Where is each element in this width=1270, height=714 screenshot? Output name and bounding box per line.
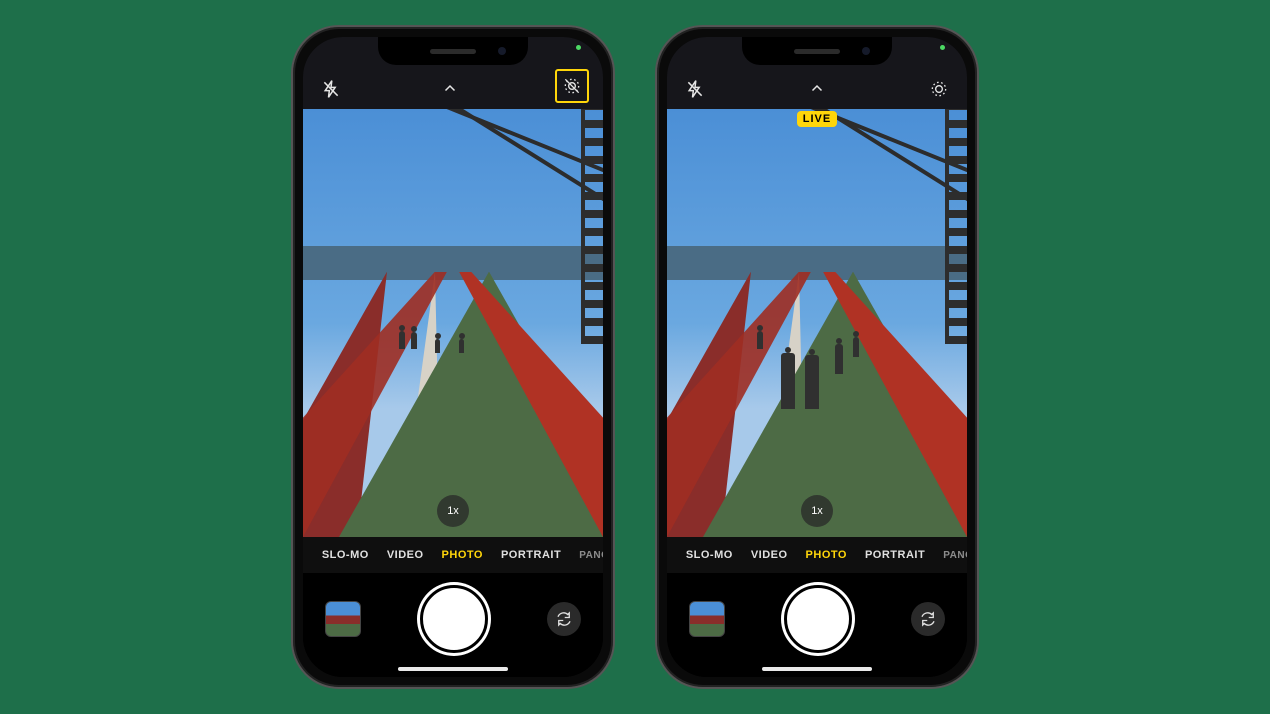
phone-right: LIVE [655,25,979,689]
mode-fragment-left: E [667,550,668,561]
shutter-button[interactable] [784,585,852,653]
camera-bottom-bar [303,573,603,677]
camera-switch-button[interactable] [911,602,945,636]
zoom-control: 1x [437,495,469,527]
viewfinder[interactable] [303,109,603,537]
mode-selector[interactable]: E SLO-MO VIDEO PHOTO PORTRAIT PANO [667,537,967,573]
front-camera-dot [862,47,870,55]
mode-photo[interactable]: PHOTO [806,549,847,561]
zoom-1x-button[interactable]: 1x [801,495,833,527]
speaker-slot [430,49,476,54]
viewfinder[interactable] [667,109,967,537]
zoom-control: 1x [801,495,833,527]
privacy-indicator-dot [940,45,945,50]
front-camera-dot [498,47,506,55]
scene-bridge [667,109,967,537]
flash-off-icon[interactable] [681,75,709,103]
scene-bridge [303,109,603,537]
mode-pano[interactable]: PANO [579,550,603,561]
notch [378,37,528,65]
mode-selector[interactable]: E SLO-MO VIDEO PHOTO PORTRAIT PANO [303,537,603,573]
chevron-up-icon[interactable] [436,75,464,103]
mode-photo[interactable]: PHOTO [442,549,483,561]
flash-off-icon[interactable] [317,75,345,103]
notch [742,37,892,65]
home-indicator[interactable] [762,667,872,671]
stage: 1x E SLO-MO VIDEO PHOTO PORTRAIT PANO [0,0,1270,714]
screen: LIVE [667,37,967,677]
phone-left: 1x E SLO-MO VIDEO PHOTO PORTRAIT PANO [291,25,615,689]
mode-portrait[interactable]: PORTRAIT [501,549,561,561]
live-badge: LIVE [797,111,837,127]
mode-video[interactable]: VIDEO [751,549,788,561]
zoom-1x-button[interactable]: 1x [437,495,469,527]
last-photo-thumbnail[interactable] [325,601,361,637]
mode-slomo[interactable]: SLO-MO [686,549,733,561]
camera-bottom-bar [667,573,967,677]
screen: 1x E SLO-MO VIDEO PHOTO PORTRAIT PANO [303,37,603,677]
live-badge-row: LIVE [667,111,967,127]
shutter-button[interactable] [420,585,488,653]
mode-slomo[interactable]: SLO-MO [322,549,369,561]
privacy-indicator-dot [576,45,581,50]
mode-video[interactable]: VIDEO [387,549,424,561]
mode-pano[interactable]: PANO [943,550,967,561]
speaker-slot [794,49,840,54]
mode-fragment-left: E [303,550,304,561]
camera-switch-button[interactable] [547,602,581,636]
chevron-up-icon[interactable] [803,75,831,103]
mode-portrait[interactable]: PORTRAIT [865,549,925,561]
home-indicator[interactable] [398,667,508,671]
live-photo-off-icon[interactable] [555,69,589,103]
last-photo-thumbnail[interactable] [689,601,725,637]
live-photo-on-icon[interactable] [925,75,953,103]
